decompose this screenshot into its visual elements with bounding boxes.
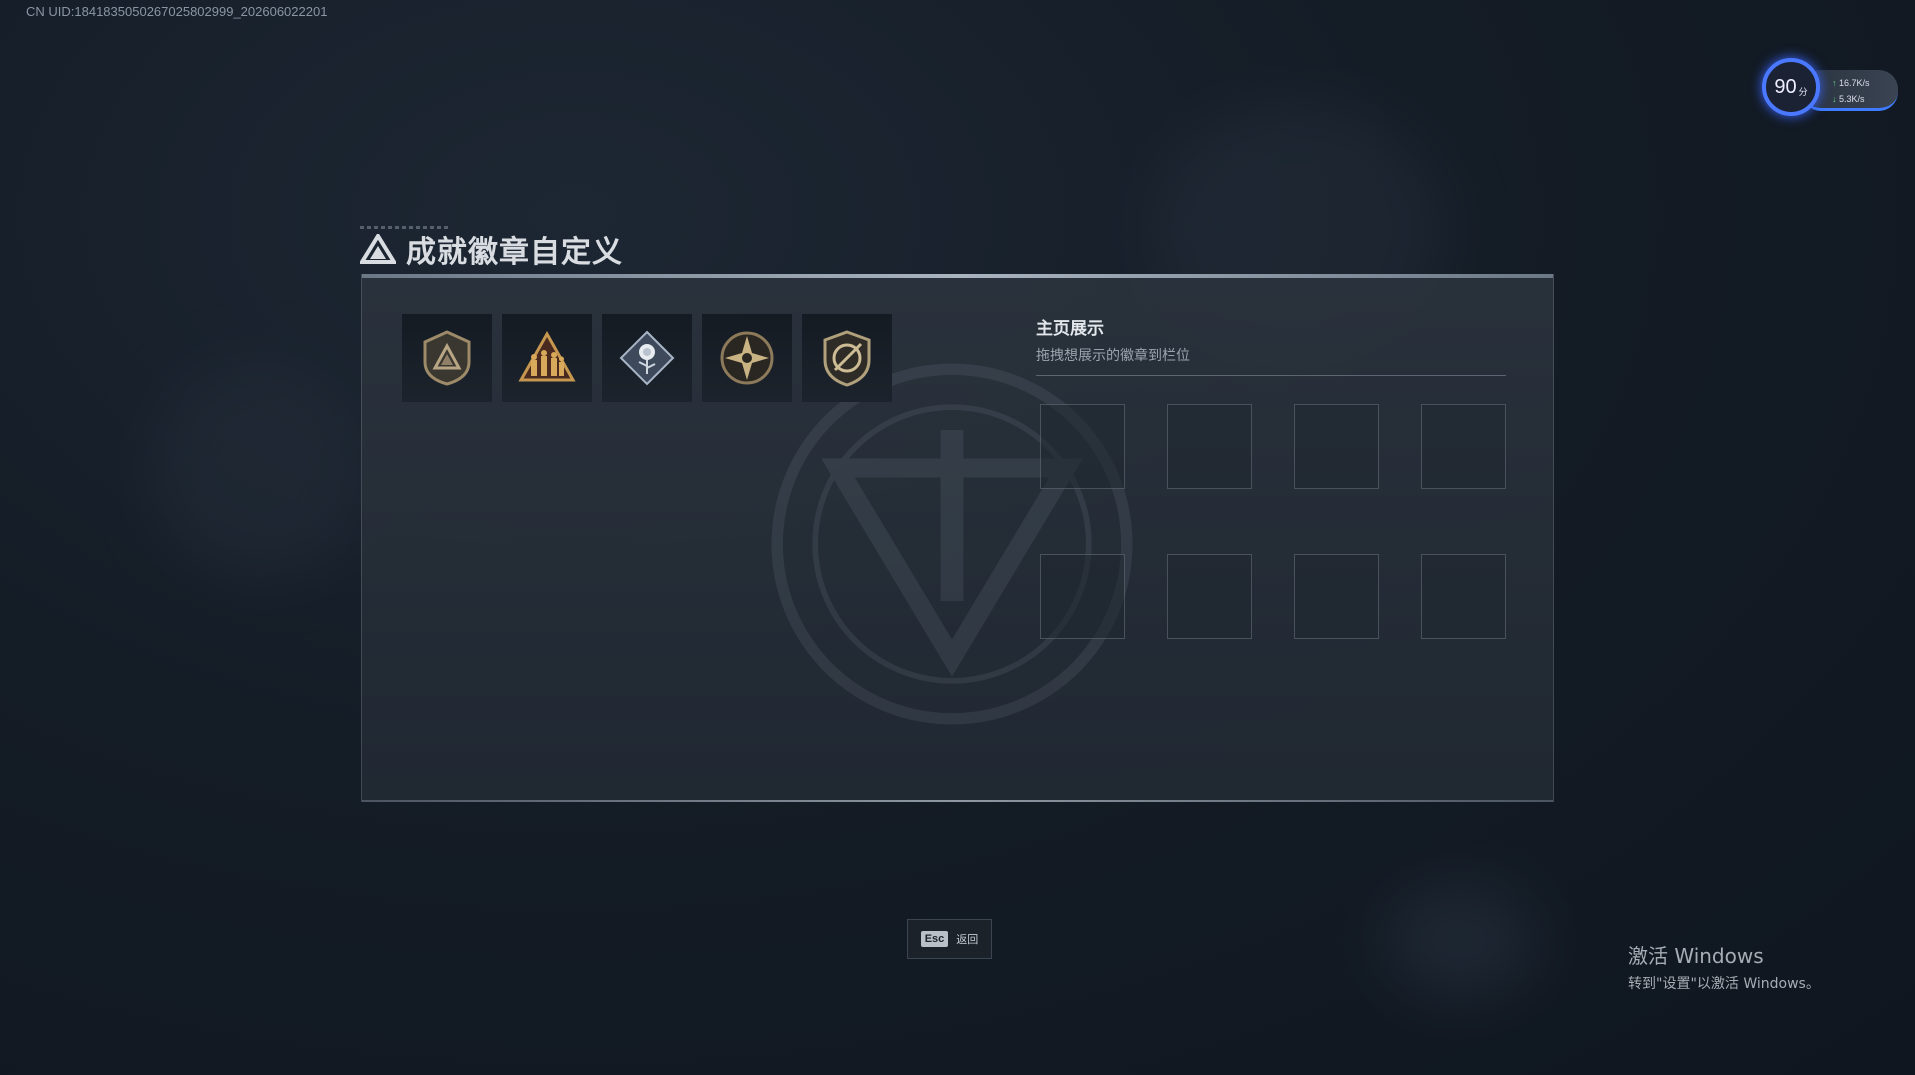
panel-bottom-bar bbox=[362, 800, 1553, 802]
panel-top-bar bbox=[362, 274, 1553, 278]
badge-item-rose-diamond[interactable] bbox=[602, 314, 692, 402]
download-value: 5.3K/s bbox=[1839, 94, 1865, 104]
upload-value: 16.7K/s bbox=[1839, 78, 1870, 88]
showcase-slots bbox=[1040, 404, 1506, 639]
upload-speed: ↑ 16.7K/s bbox=[1832, 78, 1870, 88]
badge-panel: 主页展示 拖拽想展示的徽章到栏位 bbox=[361, 274, 1554, 802]
rose-diamond-icon bbox=[619, 330, 675, 386]
badge-item-soldiers-triangle[interactable] bbox=[502, 314, 592, 402]
download-speed: ↓ 5.3K/s bbox=[1832, 94, 1865, 104]
crossed-shield-icon bbox=[823, 330, 871, 387]
fps-widget: 90 分 ↑ 16.7K/s ↓ 5.3K/s bbox=[1762, 58, 1902, 122]
upload-arrow-icon: ↑ bbox=[1832, 78, 1837, 88]
showcase-title: 主页展示 bbox=[1036, 319, 1104, 339]
page-title: 成就徽章自定义 bbox=[406, 235, 623, 270]
triangle-shield-icon bbox=[423, 330, 471, 386]
fps-unit: 分 bbox=[1798, 86, 1808, 97]
showcase-slot[interactable] bbox=[1421, 404, 1506, 489]
download-arrow-icon: ↓ bbox=[1832, 94, 1837, 104]
showcase-subtitle: 拖拽想展示的徽章到栏位 bbox=[1036, 348, 1190, 364]
back-label: 返回 bbox=[956, 933, 979, 946]
showcase-slot[interactable] bbox=[1167, 404, 1252, 489]
badge-item-star-compass[interactable] bbox=[702, 314, 792, 402]
uid-label: CN UID:1841835050267025802999_2026060222… bbox=[26, 4, 328, 19]
star-compass-icon bbox=[720, 331, 774, 385]
showcase-slot[interactable] bbox=[1167, 554, 1252, 639]
fps-ring: 90 分 bbox=[1762, 58, 1820, 116]
showcase-divider bbox=[1036, 375, 1506, 376]
triangle-logo-icon bbox=[360, 234, 396, 264]
badge-item-triangle-shield[interactable] bbox=[402, 314, 492, 402]
showcase-slot[interactable] bbox=[1421, 554, 1506, 639]
page-header: 成就徽章自定义 bbox=[360, 226, 623, 272]
back-button[interactable]: Esc 返回 bbox=[907, 919, 992, 959]
showcase-slot[interactable] bbox=[1040, 554, 1125, 639]
showcase-slot[interactable] bbox=[1294, 554, 1379, 639]
fps-value: 90 bbox=[1774, 75, 1797, 98]
showcase-slot[interactable] bbox=[1294, 404, 1379, 489]
soldiers-triangle-icon bbox=[518, 330, 576, 382]
windows-activation-watermark: 激活 Windows 转到"设置"以激活 Windows。 bbox=[1628, 940, 1820, 993]
badge-item-crossed-shield[interactable] bbox=[802, 314, 892, 402]
watermark-line2: 转到"设置"以激活 Windows。 bbox=[1628, 976, 1820, 992]
homepage-showcase: 主页展示 拖拽想展示的徽章到栏位 bbox=[1036, 314, 1506, 639]
badge-list bbox=[402, 314, 892, 402]
watermark-line1: 激活 Windows bbox=[1628, 944, 1764, 968]
showcase-slot[interactable] bbox=[1040, 404, 1125, 489]
esc-key-icon: Esc bbox=[920, 931, 949, 947]
